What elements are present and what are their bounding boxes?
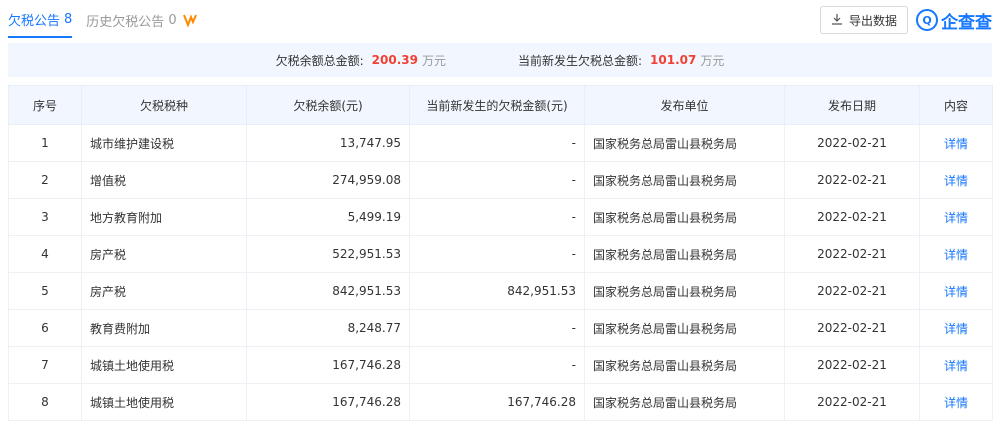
cell-index: 3 [8, 198, 82, 236]
summary-total-value: 200.39 [371, 53, 418, 67]
export-data-label: 导出数据 [848, 13, 897, 28]
details-link[interactable]: 详情 [919, 383, 993, 421]
cell-publisher: 国家税务总局雷山县税务局 [584, 272, 785, 310]
column-header: 序号 [8, 85, 82, 125]
summary-new-label: 当前新发生欠税总金额: [518, 53, 643, 68]
tab-count: 0 [168, 12, 177, 28]
qichacha-logo-icon: Q [916, 9, 938, 31]
cell-index: 5 [8, 272, 82, 310]
summary-total-unit: 万元 [421, 53, 446, 68]
cell-new-amount: 842,951.53 [409, 272, 585, 310]
cell-index: 4 [8, 235, 82, 273]
cell-new-amount: - [409, 235, 585, 273]
column-header: 内容 [919, 85, 993, 125]
toolbar: 导出数据 Q 企查查 [819, 6, 992, 34]
column-header: 发布单位 [584, 85, 785, 125]
summary-total: 欠税余额总金额: 200.39 万元 [276, 52, 446, 69]
cell-date: 2022-02-21 [784, 198, 920, 236]
cell-index: 1 [8, 124, 82, 162]
cell-tax-type: 教育费附加 [81, 309, 247, 347]
cell-date: 2022-02-21 [784, 235, 920, 273]
table-header-row: 序号 欠税税种 欠税余额(元) 当前新发生的欠税金额(元) 发布单位 发布日期 … [8, 85, 993, 125]
export-data-button[interactable]: 导出数据 [819, 6, 908, 34]
cell-date: 2022-02-21 [784, 346, 920, 384]
table-row: 1 城市维护建设税 13,747.95 - 国家税务总局雷山县税务局 2022-… [8, 124, 993, 162]
cell-tax-type: 城市维护建设税 [81, 124, 247, 162]
cell-publisher: 国家税务总局雷山县税务局 [584, 309, 785, 347]
brand-name: 企查查 [941, 12, 992, 33]
cell-balance: 5,499.19 [246, 198, 410, 236]
details-link[interactable]: 详情 [919, 235, 993, 273]
cell-publisher: 国家税务总局雷山县税务局 [584, 235, 785, 273]
column-header: 当前新发生的欠税金额(元) [409, 85, 585, 125]
cell-tax-type: 城镇土地使用税 [81, 383, 247, 421]
cell-publisher: 国家税务总局雷山县税务局 [584, 198, 785, 236]
cell-date: 2022-02-21 [784, 383, 920, 421]
column-header: 发布日期 [784, 85, 920, 125]
cell-index: 2 [8, 161, 82, 199]
tab-bar: 欠税公告 8 历史欠税公告 0 [8, 0, 211, 40]
cell-index: 7 [8, 346, 82, 384]
cell-publisher: 国家税务总局雷山县税务局 [584, 346, 785, 384]
cell-date: 2022-02-21 [784, 124, 920, 162]
cell-publisher: 国家税务总局雷山县税务局 [584, 161, 785, 199]
cell-balance: 842,951.53 [246, 272, 410, 310]
cell-balance: 13,747.95 [246, 124, 410, 162]
vip-badge-icon [182, 13, 197, 28]
cell-new-amount: - [409, 309, 585, 347]
table-row: 6 教育费附加 8,248.77 - 国家税务总局雷山县税务局 2022-02-… [8, 309, 993, 347]
cell-new-amount: - [409, 198, 585, 236]
table-row: 7 城镇土地使用税 167,746.28 - 国家税务总局雷山县税务局 2022… [8, 346, 993, 384]
table-row: 4 房产税 522,951.53 - 国家税务总局雷山县税务局 2022-02-… [8, 235, 993, 273]
table-row: 8 城镇土地使用税 167,746.28 167,746.28 国家税务总局雷山… [8, 383, 993, 421]
summary-new-unit: 万元 [700, 53, 725, 68]
column-header: 欠税余额(元) [246, 85, 410, 125]
summary-new: 当前新发生欠税总金额: 101.07 万元 [518, 52, 724, 69]
tab-history-tax-arrears[interactable]: 历史欠税公告 0 [86, 2, 197, 38]
cell-date: 2022-02-21 [784, 309, 920, 347]
cell-balance: 8,248.77 [246, 309, 410, 347]
details-link[interactable]: 详情 [919, 161, 993, 199]
cell-balance: 167,746.28 [246, 346, 410, 384]
cell-tax-type: 增值税 [81, 161, 247, 199]
details-link[interactable]: 详情 [919, 198, 993, 236]
cell-tax-type: 房产税 [81, 235, 247, 273]
summary-bar: 欠税余额总金额: 200.39 万元 当前新发生欠税总金额: 101.07 万元 [8, 43, 992, 77]
cell-index: 8 [8, 383, 82, 421]
table-row: 3 地方教育附加 5,499.19 - 国家税务总局雷山县税务局 2022-02… [8, 198, 993, 236]
download-icon [831, 13, 849, 28]
tab-label: 历史欠税公告 [86, 14, 165, 30]
tax-arrears-table: 序号 欠税税种 欠税余额(元) 当前新发生的欠税金额(元) 发布单位 发布日期 … [8, 85, 993, 421]
cell-publisher: 国家税务总局雷山县税务局 [584, 124, 785, 162]
cell-balance: 522,951.53 [246, 235, 410, 273]
cell-new-amount: - [409, 346, 585, 384]
table-row: 2 增值税 274,959.08 - 国家税务总局雷山县税务局 2022-02-… [8, 161, 993, 199]
cell-new-amount: - [409, 124, 585, 162]
table-row: 5 房产税 842,951.53 842,951.53 国家税务总局雷山县税务局… [8, 272, 993, 310]
brand-logo: Q 企查查 [916, 8, 992, 33]
details-link[interactable]: 详情 [919, 124, 993, 162]
cell-tax-type: 城镇土地使用税 [81, 346, 247, 384]
summary-new-value: 101.07 [650, 53, 697, 67]
tab-count: 8 [64, 11, 73, 27]
tab-label: 欠税公告 [8, 13, 61, 29]
cell-date: 2022-02-21 [784, 272, 920, 310]
cell-tax-type: 房产税 [81, 272, 247, 310]
tab-tax-arrears[interactable]: 欠税公告 8 [8, 2, 73, 38]
cell-new-amount: 167,746.28 [409, 383, 585, 421]
details-link[interactable]: 详情 [919, 309, 993, 347]
cell-date: 2022-02-21 [784, 161, 920, 199]
cell-publisher: 国家税务总局雷山县税务局 [584, 383, 785, 421]
cell-balance: 274,959.08 [246, 161, 410, 199]
details-link[interactable]: 详情 [919, 346, 993, 384]
details-link[interactable]: 详情 [919, 272, 993, 310]
summary-total-label: 欠税余额总金额: [275, 53, 364, 68]
cell-index: 6 [8, 309, 82, 347]
cell-new-amount: - [409, 161, 585, 199]
cell-balance: 167,746.28 [246, 383, 410, 421]
cell-tax-type: 地方教育附加 [81, 198, 247, 236]
column-header: 欠税税种 [81, 85, 247, 125]
